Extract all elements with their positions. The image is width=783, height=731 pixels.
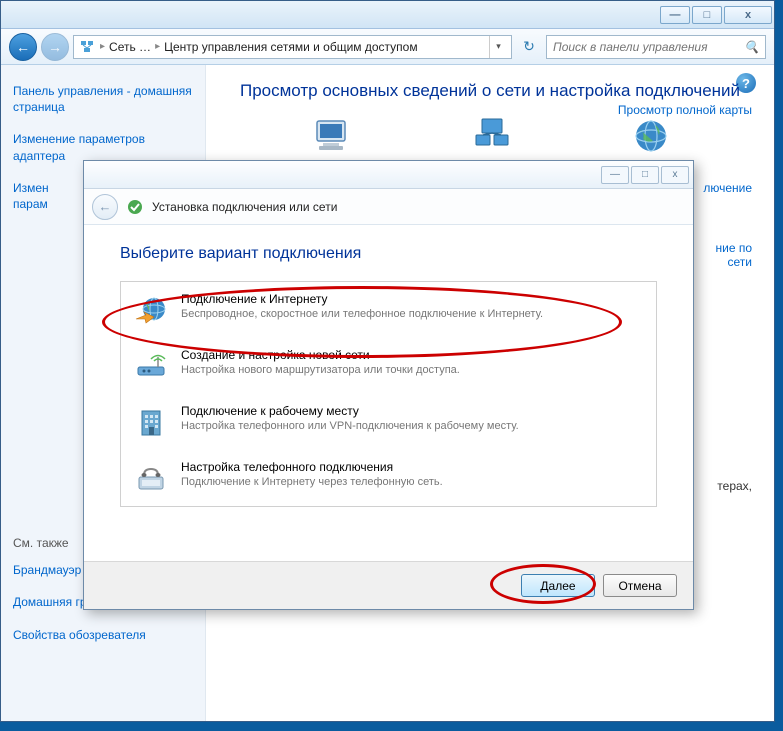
option-desc: Настройка телефонного или VPN-подключени… — [181, 420, 644, 432]
partial-link-connection[interactable]: лючение — [703, 181, 752, 195]
building-icon — [133, 404, 169, 440]
search-box[interactable]: 🔍 — [546, 35, 766, 59]
dialog-footer: Далее Отмена — [84, 561, 693, 609]
cancel-button[interactable]: Отмена — [603, 574, 677, 597]
breadcrumb-item-center[interactable]: Центр управления сетями и общим доступом — [164, 40, 418, 54]
breadcrumb-dropdown[interactable]: ▾ — [489, 36, 507, 58]
option-title: Настройка телефонного подключения — [181, 460, 644, 474]
navigation-bar: ← → ▸ Сеть … ▸ Центр управления сетями и… — [1, 29, 774, 65]
option-desc: Настройка нового маршрутизатора или точк… — [181, 364, 644, 376]
window-titlebar: — □ x — [1, 1, 774, 29]
option-desc: Беспроводное, скоростное или телефонное … — [181, 308, 644, 320]
option-title: Подключение к Интернету — [181, 292, 644, 306]
wizard-icon — [126, 198, 144, 216]
close-button[interactable]: x — [724, 6, 772, 24]
search-icon: 🔍 — [744, 40, 759, 54]
nav-forward-button[interactable]: → — [41, 33, 69, 61]
partial-text: терах, — [717, 479, 752, 493]
network-icon — [78, 38, 96, 56]
partial-link-2[interactable]: ние по — [715, 241, 752, 255]
nav-back-button[interactable]: ← — [9, 33, 37, 61]
phone-modem-icon — [133, 460, 169, 496]
sidebar-link-browser[interactable]: Свойства обозревателя — [13, 623, 193, 647]
breadcrumb-sep: ▸ — [155, 41, 160, 52]
maximize-button[interactable]: □ — [692, 6, 722, 24]
dialog-back-button[interactable]: ← — [92, 194, 118, 220]
option-dialup[interactable]: Настройка телефонного подключения Подклю… — [121, 450, 656, 506]
connection-option-list: Подключение к Интернету Беспроводное, ск… — [120, 281, 657, 507]
dialog-close-button[interactable]: x — [661, 166, 689, 184]
globe-icon — [630, 115, 672, 157]
dialog-header: ← Установка подключения или сети — [84, 189, 693, 225]
breadcrumb-item-network[interactable]: Сеть … — [109, 40, 151, 54]
full-map-link[interactable]: Просмотр полной карты — [618, 103, 752, 117]
computer-icon — [310, 115, 352, 157]
page-title: Просмотр основных сведений о сети и наст… — [228, 81, 752, 101]
dialog-titlebar: — □ x — [84, 161, 693, 189]
breadcrumb-bar[interactable]: ▸ Сеть … ▸ Центр управления сетями и общ… — [73, 35, 512, 59]
option-new-network[interactable]: Создание и настройка новой сети Настройк… — [121, 338, 656, 394]
breadcrumb-sep: ▸ — [100, 41, 105, 52]
option-title: Создание и настройка новой сети — [181, 348, 644, 362]
dialog-minimize-button[interactable]: — — [601, 166, 629, 184]
dialog-body: Выберите вариант подключения Подключение… — [84, 225, 693, 517]
sidebar-link-home[interactable]: Панель управления - домашняя страница — [13, 79, 193, 119]
next-button[interactable]: Далее — [521, 574, 595, 597]
option-internet[interactable]: Подключение к Интернету Беспроводное, ск… — [121, 282, 656, 338]
option-workplace[interactable]: Подключение к рабочему месту Настройка т… — [121, 394, 656, 450]
partial-link-3[interactable]: сети — [728, 255, 752, 269]
option-title: Подключение к рабочему месту — [181, 404, 644, 418]
dialog-heading: Выберите вариант подключения — [120, 245, 657, 263]
network-hub-icon — [471, 115, 513, 157]
minimize-button[interactable]: — — [660, 6, 690, 24]
dialog-maximize-button[interactable]: □ — [631, 166, 659, 184]
option-desc: Подключение к Интернету через телефонную… — [181, 476, 644, 488]
router-icon — [133, 348, 169, 384]
globe-arrow-icon — [133, 292, 169, 328]
dialog-title: Установка подключения или сети — [152, 200, 337, 214]
setup-connection-dialog: — □ x ← Установка подключения или сети В… — [83, 160, 694, 610]
refresh-button[interactable]: ↻ — [518, 36, 540, 58]
search-input[interactable] — [553, 40, 744, 54]
